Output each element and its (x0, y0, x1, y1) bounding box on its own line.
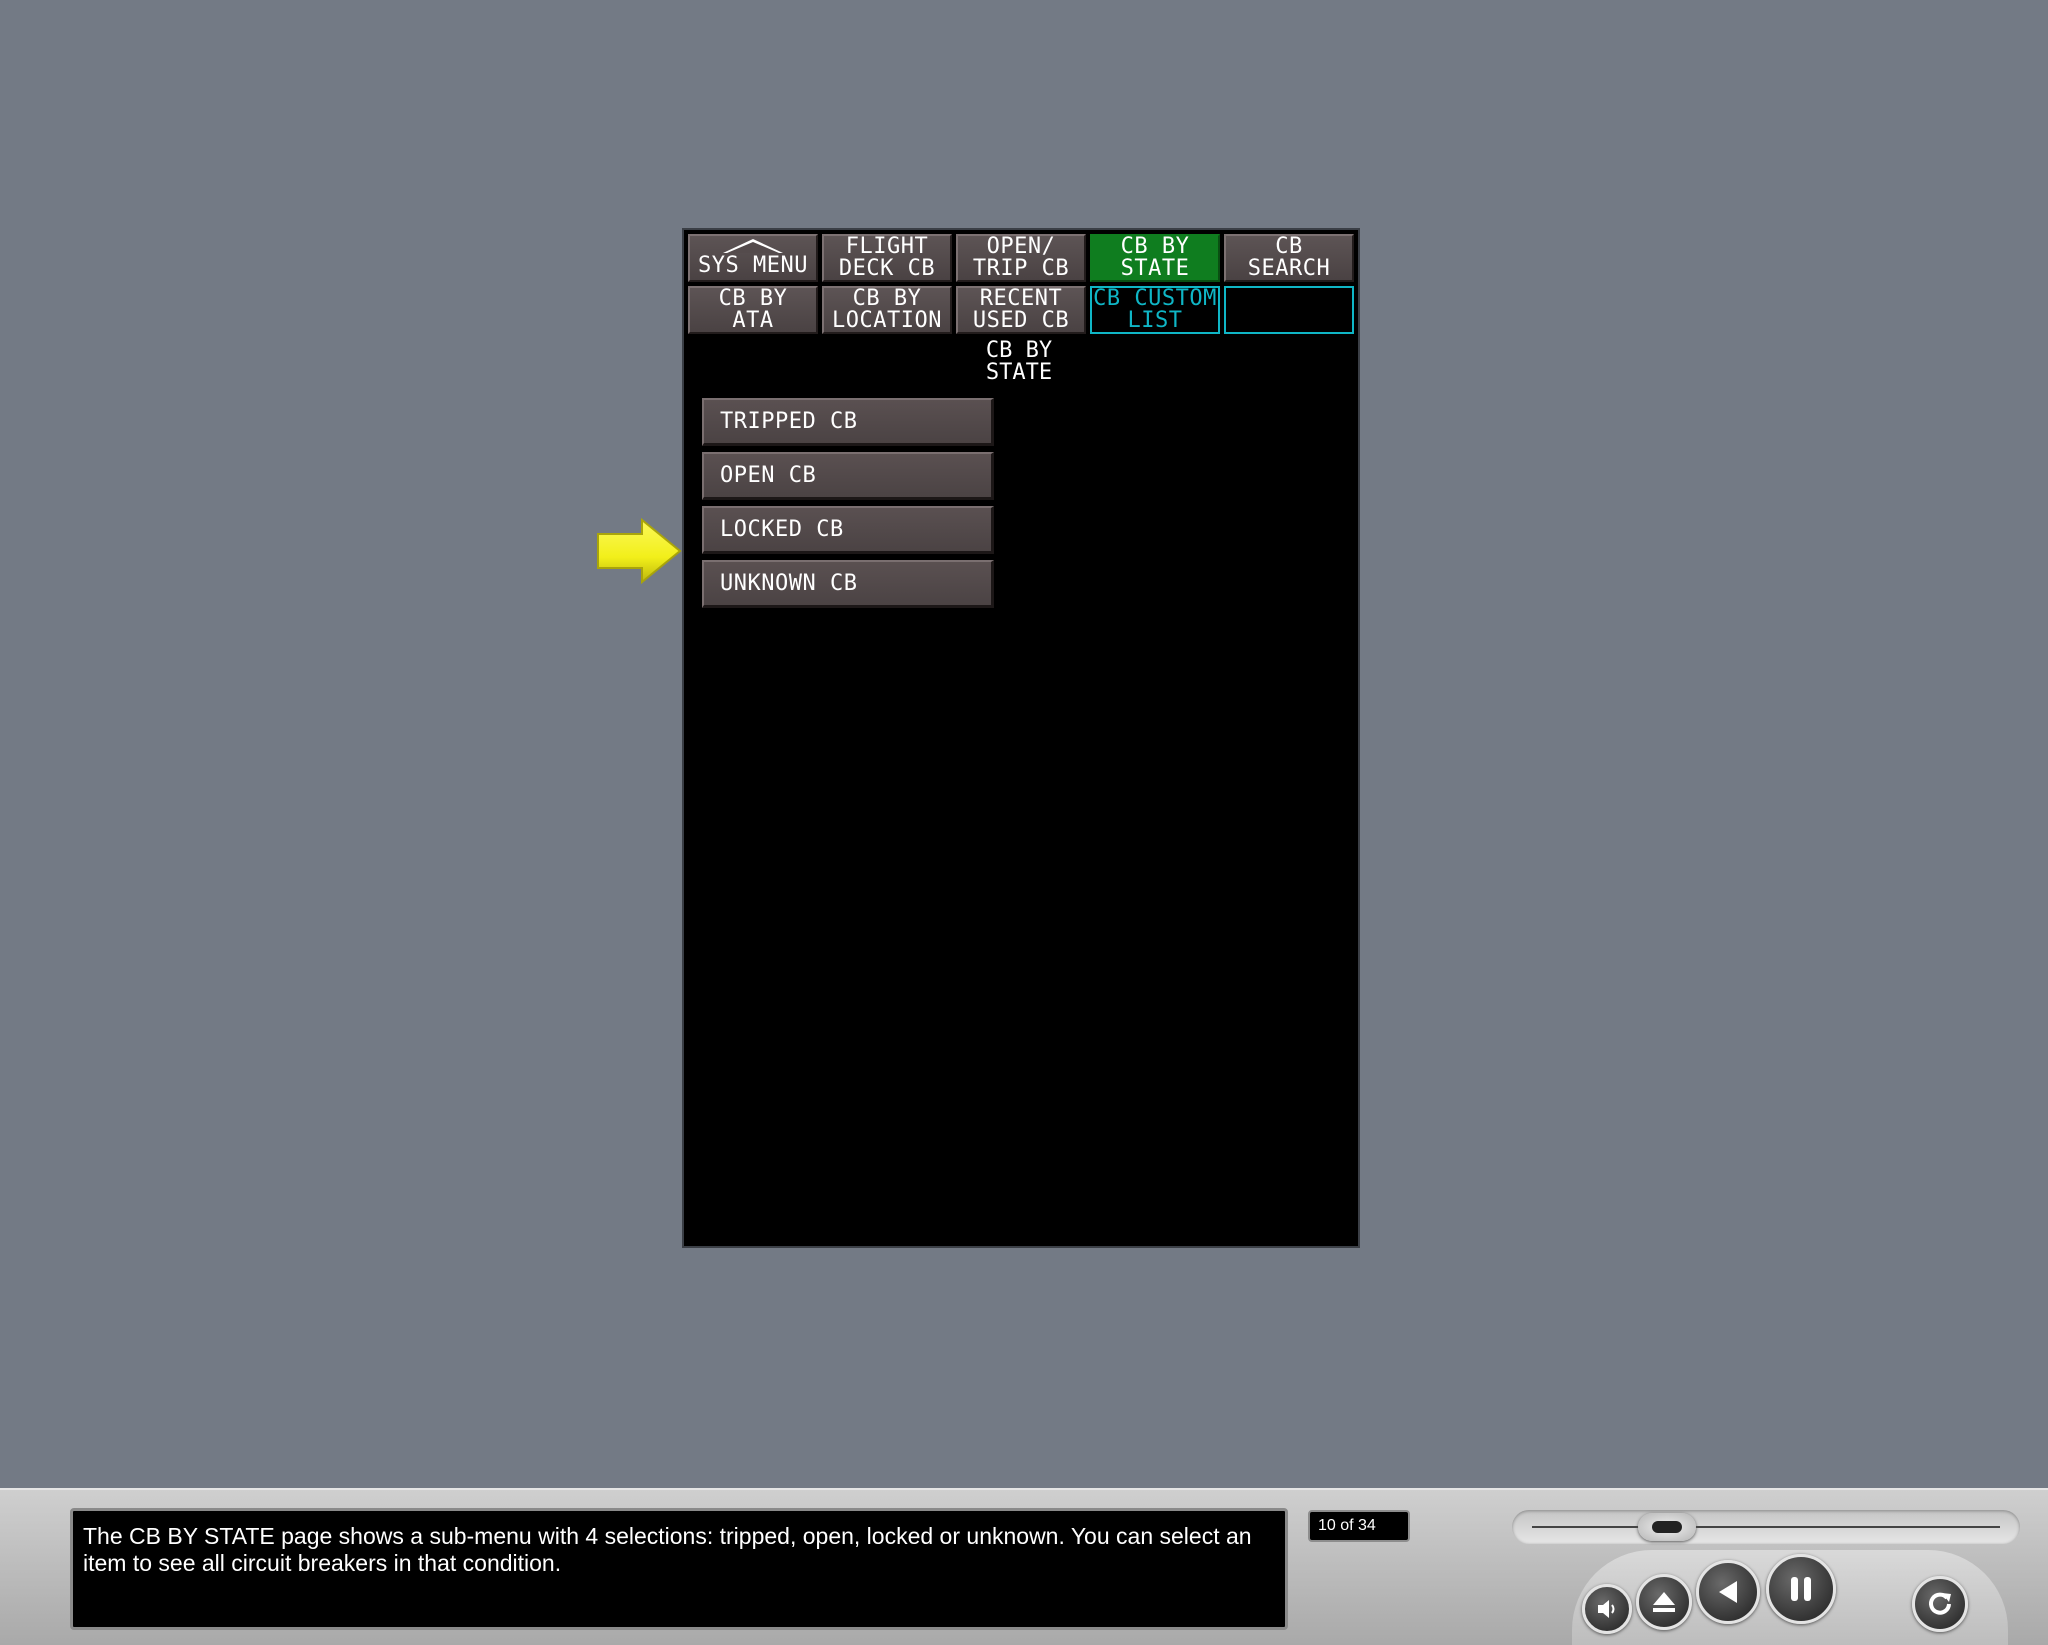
progress-slider[interactable] (1512, 1510, 2020, 1544)
replay-icon (1929, 1592, 1951, 1615)
locked-cb-button[interactable]: LOCKED CB (702, 506, 994, 554)
pause-button[interactable] (1766, 1554, 1836, 1624)
tab-cb-search[interactable]: CB SEARCH (1224, 234, 1354, 282)
volume-button[interactable] (1582, 1584, 1632, 1634)
slide-counter: 10 of 34 (1308, 1510, 1410, 1542)
player-bar: The CB BY STATE page shows a sub-menu wi… (0, 1488, 2048, 1645)
tab-label: TRIP CB (972, 256, 1070, 281)
tab-label: DECK CB (838, 256, 936, 281)
page-title-line: STATE (985, 360, 1053, 385)
tripped-cb-button[interactable]: TRIPPED CB (702, 398, 994, 446)
tab-label: CB CUSTOM (1093, 286, 1217, 311)
tab-cb-by-location[interactable]: CB BY LOCATION (822, 286, 952, 334)
tab-label: SEARCH (1247, 256, 1331, 281)
cb-display-panel: SYS MENU FLIGHT DECK CB OPEN/ TRIP CB CB… (682, 228, 1360, 1248)
replay-button[interactable] (1912, 1576, 1968, 1632)
rewind-button[interactable] (1696, 1560, 1760, 1624)
tab-label: ATA (732, 308, 774, 333)
playback-controls (1572, 1550, 2008, 1645)
tab-open-trip-cb[interactable]: OPEN/ TRIP CB (956, 234, 1086, 282)
slider-line (1532, 1526, 2000, 1528)
tab-label: OPEN/ (986, 234, 1056, 259)
tab-label: USED CB (972, 308, 1070, 333)
tab-label: CB BY (1120, 234, 1190, 259)
tab-label: FLIGHT (845, 234, 929, 259)
eject-icon (1653, 1592, 1675, 1612)
tab-cb-by-state[interactable]: CB BY STATE (1090, 234, 1220, 282)
tab-label: LIST (1127, 308, 1183, 333)
tab-label: CB (1275, 234, 1303, 259)
caption-box: The CB BY STATE page shows a sub-menu wi… (70, 1508, 1288, 1630)
tab-cb-custom-list[interactable]: CB CUSTOM LIST (1090, 286, 1220, 334)
tab-label: SYS MENU (698, 253, 808, 278)
pause-icon (1791, 1577, 1811, 1601)
tab-cb-by-ata[interactable]: CB BY ATA (688, 286, 818, 334)
unknown-cb-button[interactable]: UNKNOWN CB (702, 560, 994, 608)
open-cb-button[interactable]: OPEN CB (702, 452, 994, 500)
tab-label: LOCATION (832, 308, 942, 333)
tab-label: RECENT (979, 286, 1063, 311)
tab-recent-used-cb[interactable]: RECENT USED CB (956, 286, 1086, 334)
page-title-line: CB BY (985, 338, 1053, 363)
volume-icon (1598, 1600, 1615, 1618)
rewind-icon (1719, 1581, 1737, 1603)
tab-flight-deck-cb[interactable]: FLIGHT DECK CB (822, 234, 952, 282)
tab-label: CB BY (718, 286, 788, 311)
tab-empty[interactable] (1224, 286, 1354, 334)
tab-label: CB BY (852, 286, 922, 311)
pointer-arrow-icon (597, 518, 682, 584)
slider-thumb[interactable] (1638, 1513, 1697, 1541)
page-title: CB BY STATE (964, 340, 1074, 384)
eject-button[interactable] (1636, 1574, 1692, 1630)
tab-sys-menu[interactable]: SYS MENU (688, 234, 818, 282)
tab-label: STATE (1120, 256, 1190, 281)
up-caret-icon (723, 239, 783, 253)
